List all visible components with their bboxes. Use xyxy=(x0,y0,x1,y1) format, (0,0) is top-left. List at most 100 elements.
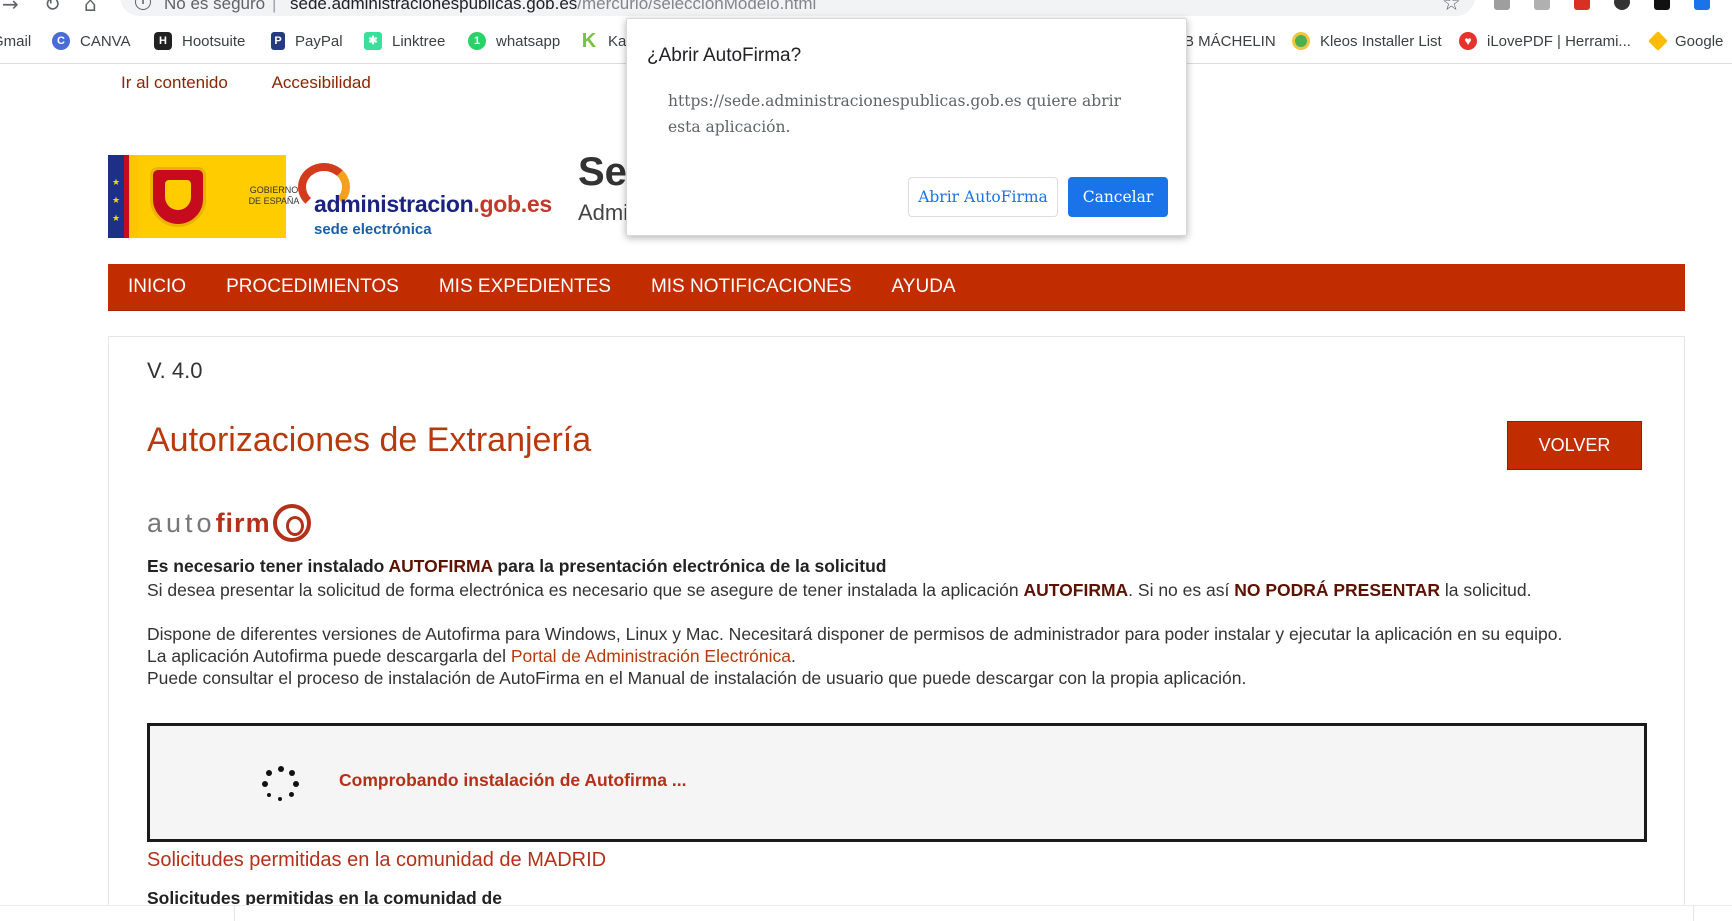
canva-icon: C xyxy=(52,32,70,50)
main-navigation: INICIO PROCEDIMIENTOS MIS EXPEDIENTES MI… xyxy=(108,264,1685,311)
nav-ayuda[interactable]: AYUDA xyxy=(892,276,956,298)
line2-autofirma: AUTOFIRMA xyxy=(1023,580,1129,600)
logo-gob-part: .gob.es xyxy=(473,191,552,217)
version-label: V. 4.0 xyxy=(147,358,203,383)
whatsapp-icon: 1 xyxy=(468,32,486,50)
skip-to-content-link[interactable]: Ir al contenido xyxy=(121,73,228,92)
hootsuite-icon: H xyxy=(154,32,172,50)
bookmark-label: iLovePDF | Herrami... xyxy=(1487,32,1631,50)
loading-spinner-icon xyxy=(262,766,300,804)
bookmark-google[interactable]: Google xyxy=(1648,30,1724,52)
bookmark-label: Hootsuite xyxy=(182,32,246,50)
gobierno-logo: GOBIERNO DE ESPAÑA xyxy=(138,155,299,238)
download-line: La aplicación Autofirma puede descargarl… xyxy=(147,646,796,667)
req-text-c: para la presentación electrónica de la s… xyxy=(492,556,887,576)
sede-electronica-text: sede electrónica xyxy=(314,221,432,238)
portal-admin-link[interactable]: Portal de Administración Electrónica xyxy=(511,646,791,666)
bookmark-label: Kleos Installer List xyxy=(1320,32,1442,50)
line2-e: la solicitud. xyxy=(1440,580,1532,600)
autofirma-logo: auto firm xyxy=(147,501,311,545)
kleos-icon xyxy=(1292,32,1310,50)
browser-toolbar: → ↻ ⌂ i No es seguro | sede.administraci… xyxy=(0,0,1732,18)
bookmark-label: Google xyxy=(1675,32,1724,50)
req-text-a: Es necesario tener instalado xyxy=(147,556,389,576)
reload-icon[interactable]: ↻ xyxy=(44,0,61,16)
bookmark-label: whatsapp xyxy=(496,32,561,50)
nav-inicio[interactable]: INICIO xyxy=(128,276,186,298)
bookmark-kleos[interactable]: Kleos Installer List xyxy=(1292,30,1442,52)
coat-of-arms-icon xyxy=(150,167,206,227)
line2-c: . Si no es así xyxy=(1128,580,1235,600)
bookmark-paypal[interactable]: P PayPal xyxy=(271,30,343,52)
autofirma-logo-part1: auto xyxy=(147,507,216,538)
dialog-title: ¿Abrir AutoFirma? xyxy=(647,45,802,66)
site-subtitle: Admi xyxy=(578,200,629,225)
bookmark-gmail[interactable]: Gmail xyxy=(0,30,31,52)
extension-dark-icon[interactable] xyxy=(1614,0,1630,10)
forward-icon[interactable]: → xyxy=(2,0,19,16)
skip-links: Ir al contenido Accesibilidad xyxy=(121,73,411,93)
line2-warning: NO PODRÁ PRESENTAR xyxy=(1234,580,1441,600)
cancel-button[interactable]: Cancelar xyxy=(1068,177,1168,217)
volver-button[interactable]: VOLVER xyxy=(1507,421,1642,470)
bookmark-machelin[interactable]: B MÁCHELIN xyxy=(1184,30,1276,52)
extension-pdf-icon[interactable] xyxy=(1574,0,1590,10)
security-label[interactable]: No es seguro xyxy=(164,0,265,14)
open-autofirma-button[interactable]: Abrir AutoFirma xyxy=(908,177,1058,217)
versions-line: Dispone de diferentes versiones de Autof… xyxy=(147,624,1563,644)
solicitudes-madrid-link[interactable]: Solicitudes permitidas en la comunidad d… xyxy=(147,849,606,872)
paypal-icon: P xyxy=(271,32,285,50)
accessibility-link[interactable]: Accesibilidad xyxy=(272,73,371,92)
extension-icon[interactable] xyxy=(1534,0,1550,10)
address-path: /mercurio/seleccionModelo.html xyxy=(577,0,817,13)
administracion-text: administracion.gob.es xyxy=(314,191,552,218)
bookmark-canva[interactable]: C CANVA xyxy=(52,30,131,52)
content-panel: V. 4.0 Autorizaciones de Extranjería VOL… xyxy=(108,336,1685,921)
address-separator: | xyxy=(272,0,277,13)
kajabi-icon: K xyxy=(581,30,597,52)
open-app-dialog: ¿Abrir AutoFirma? https://sede.administr… xyxy=(626,18,1187,236)
page-title: Autorizaciones de Extranjería xyxy=(147,421,592,459)
linktree-icon: ✱ xyxy=(364,32,382,50)
line2-a: Si desea presentar la solicitud de forma… xyxy=(147,580,1024,600)
bookmark-label: Gmail xyxy=(0,32,32,50)
autofirma-logo-part2: firm xyxy=(215,507,271,538)
autofirma-check-box: Comprobando instalación de Autofirma ... xyxy=(147,723,1647,842)
nav-procedimientos[interactable]: PROCEDIMIENTOS xyxy=(226,276,399,298)
line4-a: La aplicación Autofirma puede descargarl… xyxy=(147,646,511,666)
bookmark-ilovepdf[interactable]: ♥ iLovePDF | Herrami... xyxy=(1459,30,1631,52)
bookmark-whatsapp[interactable]: 1 whatsapp xyxy=(468,30,560,52)
ilovepdf-icon: ♥ xyxy=(1459,32,1477,50)
bookmark-label: Linktree xyxy=(392,32,446,50)
bookmark-label: PayPal xyxy=(295,32,343,50)
at-sign-icon xyxy=(272,504,311,542)
bookmark-star-icon[interactable]: ☆ xyxy=(1442,0,1461,15)
site-logo[interactable]: ★ ★ ★ GOBIERNO DE ESPAÑA administracion.go… xyxy=(108,155,558,238)
bookmark-linktree[interactable]: ✱ Linktree xyxy=(364,30,445,52)
requirement-heading: Es necesario tener instalado AUTOFIRMA p… xyxy=(147,556,886,577)
bookmark-label: CANVA xyxy=(80,32,131,50)
bookmark-kajabi[interactable]: K Ka xyxy=(580,30,627,52)
home-icon[interactable]: ⌂ xyxy=(84,0,97,16)
instruction-line: Si desea presentar la solicitud de forma… xyxy=(147,580,1531,601)
bookmark-hootsuite[interactable]: H Hootsuite xyxy=(154,30,245,52)
extension-square-icon[interactable] xyxy=(1654,0,1670,10)
address-host: sede.administracionespublicas.gob.es xyxy=(290,0,578,13)
extension-blue-icon[interactable] xyxy=(1694,0,1710,10)
bookmark-label: B MÁCHELIN xyxy=(1184,32,1276,50)
address-url[interactable]: sede.administracionespublicas.gob.es/mer… xyxy=(290,0,816,14)
req-autofirma: AUTOFIRMA xyxy=(388,556,493,576)
line4-b: . xyxy=(790,646,796,666)
bookmark-label: Ka xyxy=(608,32,627,50)
extension-dropbox-icon[interactable] xyxy=(1494,0,1510,10)
nav-mis-expedientes[interactable]: MIS EXPEDIENTES xyxy=(439,276,611,298)
flag-icon: ★ ★ ★ xyxy=(108,155,138,238)
horizontal-scrollbar[interactable] xyxy=(0,905,1732,921)
google-drive-icon xyxy=(1648,31,1668,51)
checking-status-text: Comprobando instalación de Autofirma ... xyxy=(339,770,687,790)
site-title: Se xyxy=(578,150,627,194)
administracion-logo: administracion.gob.es sede electrónica xyxy=(286,155,558,238)
dialog-message: https://sede.administracionespublicas.go… xyxy=(668,92,1121,136)
manual-line: Puede consultar el proceso de instalació… xyxy=(147,668,1247,688)
nav-mis-notificaciones[interactable]: MIS NOTIFICACIONES xyxy=(651,276,852,298)
